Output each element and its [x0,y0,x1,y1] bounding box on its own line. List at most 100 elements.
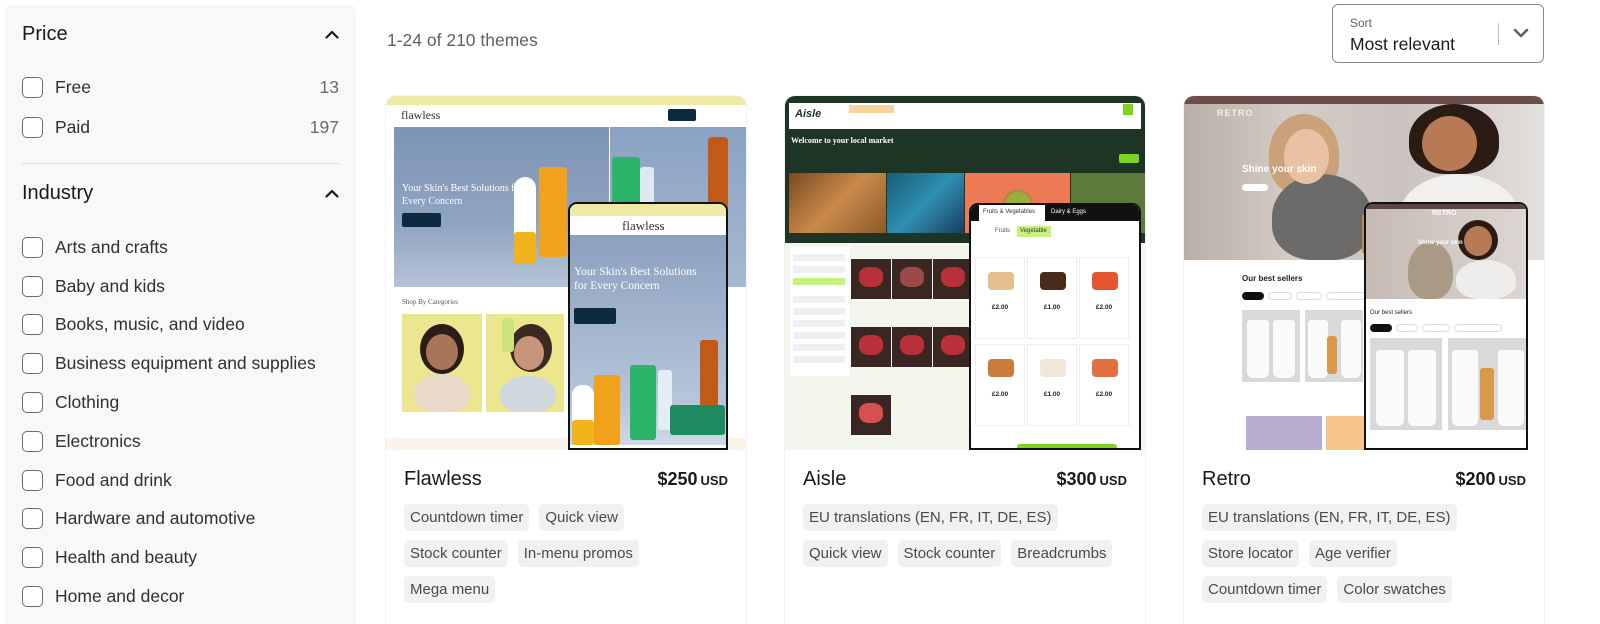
filter-option-paid[interactable]: Paid 197 [22,108,339,149]
preview-product-price: £2.00 [991,304,1009,311]
chevron-down-icon[interactable] [1513,27,1529,39]
filter-option-label: Books, music, and video [55,314,245,335]
price-currency: USD [1498,473,1526,488]
price-filter-title: Price [22,23,68,45]
theme-preview-image[interactable]: Aisle Welcome to your local market Fruit… [785,96,1145,450]
filter-option-electronics[interactable]: Electronics [22,422,339,461]
checkbox[interactable] [22,314,43,336]
feature-tag: EU translations (EN, FR, IT, DE, ES) [1202,504,1457,531]
filter-option-label: Paid [55,117,91,138]
preview-announcement-bar [386,96,746,105]
preview-mobile-logo: RETRO [1432,210,1457,217]
feature-tags: EU translations (EN, FR, IT, DE, ES) Sto… [1202,504,1526,603]
theme-preview-image[interactable]: RETRO Shine your skin Our best sellers R… [1184,96,1544,450]
price-currency: USD [1099,473,1127,488]
filter-option-home-and-decor[interactable]: Home and decor [22,577,339,616]
checkbox[interactable] [22,236,43,258]
filter-option-clothing[interactable]: Clothing [22,383,339,422]
preview-banner [887,173,964,233]
theme-name[interactable]: Flawless [404,468,482,491]
theme-preview-image[interactable]: flawless Your Skin's Best Solutions for … [386,96,746,450]
theme-name[interactable]: Retro [1202,468,1251,491]
preview-hero-text: Your Skin's Best Solutions for Every Con… [402,183,523,207]
preview-chip-active: Vegetable [1017,226,1051,237]
sort-label: Sort [1350,16,1373,30]
checkbox[interactable] [22,547,43,569]
preview-product-price: £2.00 [1095,391,1113,398]
checkbox[interactable] [22,353,43,375]
filter-option-label: Electronics [55,430,141,451]
filter-option-label: Health and beauty [55,547,198,568]
filter-option-food-and-drink[interactable]: Food and drink [22,461,339,500]
checkbox[interactable] [22,508,43,530]
chevron-up-icon[interactable] [325,28,339,42]
price-filter-header[interactable]: Price [22,23,339,46]
feature-tag: Countdown timer [1202,576,1328,603]
feature-tag: Mega menu [404,576,496,603]
filter-option-books-music-video[interactable]: Books, music, and video [22,306,339,345]
preview-category-image [486,314,564,412]
theme-card-info: Flawless $250 USD Countdown timer Quick v… [404,468,728,603]
checkbox[interactable] [22,76,43,98]
preview-logo: RETRO [1217,108,1254,118]
feature-tag: Stock counter [897,540,1002,567]
filter-option-free[interactable]: Free 13 [22,67,339,108]
preview-section-title: Shop By Categories [402,298,458,306]
section-divider [22,163,339,164]
industry-filter-options: Arts and crafts Baby and kids Books, mus… [22,228,339,616]
preview-tab-active: Fruits & Vegetables [979,205,1045,221]
checkbox[interactable] [22,586,43,608]
theme-card-retro[interactable]: RETRO Shine your skin Our best sellers R… [1184,96,1544,624]
theme-card-flawless[interactable]: flawless Your Skin's Best Solutions for … [386,96,746,624]
preview-announcement-bar [1184,96,1544,104]
filter-option-label: Arts and crafts [55,236,168,257]
preview-hero-text: Welcome to your local market [791,136,894,145]
filter-option-label: Hardware and automotive [55,508,256,529]
feature-tag: EU translations (EN, FR, IT, DE, ES) [803,504,1058,531]
preview-shop-button [668,109,696,121]
feature-tag: Store locator [1202,540,1300,567]
filter-option-baby-and-kids[interactable]: Baby and kids [22,267,339,306]
price-amount: $250 [657,469,698,489]
preview-sidebar [790,246,850,376]
preview-hero-text: Shine your skin [1242,164,1317,175]
checkbox[interactable] [22,430,43,452]
sort-dropdown[interactable]: Sort Most relevant [1332,4,1544,63]
feature-tag: In-menu promos [517,540,639,567]
preview-logo: Aisle [795,108,822,120]
checkbox[interactable] [22,117,43,139]
chevron-up-icon[interactable] [325,187,339,201]
preview-product-price: £2.00 [1095,304,1113,311]
theme-price: $300 USD [1057,469,1128,490]
checkbox[interactable] [22,469,43,491]
filter-option-arts-and-crafts[interactable]: Arts and crafts [22,228,339,267]
filter-option-label: Clothing [55,392,120,413]
preview-mobile-hero-text: Your Skin's Best Solutions for Every Con… [574,266,697,292]
filter-option-label: Business equipment and supplies [55,353,316,374]
theme-name[interactable]: Aisle [803,468,846,491]
feature-tag: Quick view [539,504,624,531]
price-amount: $200 [1455,469,1496,489]
results-count: 1-24 of 210 themes [387,30,538,50]
theme-price: $250 USD [658,469,729,490]
filter-option-label: Home and decor [55,586,185,607]
checkbox[interactable] [22,392,43,414]
filter-option-label: Free [55,76,91,97]
filter-option-label: Baby and kids [55,275,165,296]
checkbox[interactable] [22,275,43,297]
theme-card-aisle[interactable]: Aisle Welcome to your local market Fruit… [785,96,1145,624]
industry-filter-header[interactable]: Industry [22,182,339,205]
preview-product-price: £2.00 [991,391,1009,398]
filter-option-label: Food and drink [55,469,172,490]
filter-option-health-and-beauty[interactable]: Health and beauty [22,538,339,577]
preview-mobile-frame: Fruits & Vegetables Dairy & Eggs Fruits … [969,203,1141,450]
preview-mobile-frame: RETRO Shine your skin Our best sellers [1364,202,1528,450]
filter-option-count: 13 [319,76,339,97]
price-amount: $300 [1056,469,1097,489]
preview-chip: Fruits [995,228,1010,234]
filter-option-business-equipment[interactable]: Business equipment and supplies [22,344,339,383]
filter-option-hardware-and-automotive[interactable]: Hardware and automotive [22,500,339,539]
feature-tag: Countdown timer [404,504,530,531]
feature-tag: Quick view [803,540,888,567]
preview-mobile-frame: flawless Your Skin's Best Solutions for … [568,202,728,450]
